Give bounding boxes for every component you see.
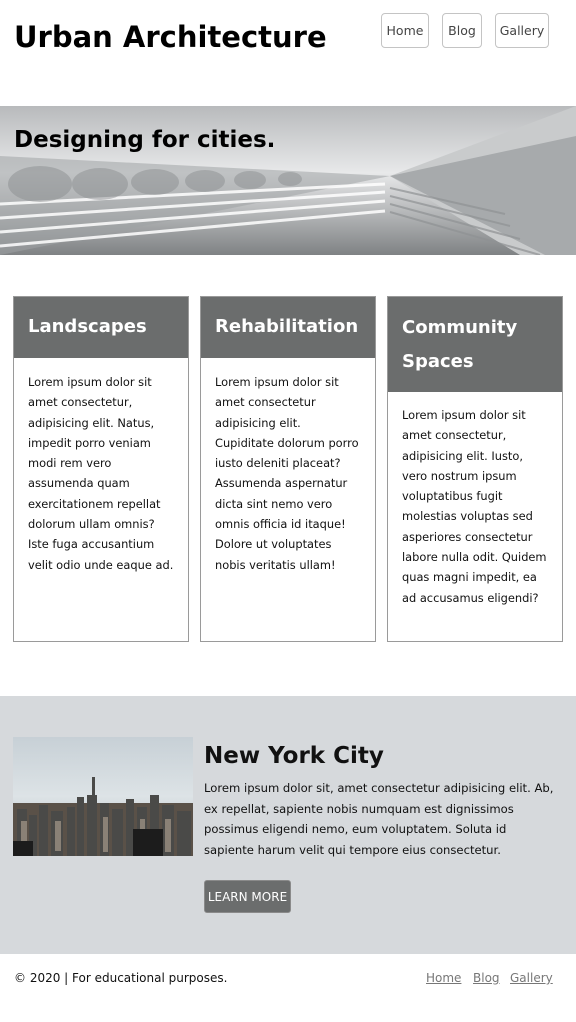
nav-gallery-button[interactable]: Gallery	[495, 13, 549, 48]
card-body: Lorem ipsum dolor sit amet consectetur a…	[215, 375, 359, 572]
card-community-spaces: Community Spaces Lorem ipsum dolor sit a…	[387, 296, 563, 642]
hero-banner: Designing for cities.	[0, 106, 576, 255]
card-title: Landscapes	[14, 297, 188, 358]
feature-text: Lorem ipsum dolor sit, amet consectetur …	[204, 781, 554, 857]
site-footer: © 2020 | For educational purposes. Home …	[0, 954, 576, 1022]
footer-gallery-link[interactable]: Gallery	[510, 971, 553, 985]
nav-blog-button[interactable]: Blog	[442, 13, 482, 48]
card-body: Lorem ipsum dolor sit amet consectetur, …	[28, 375, 174, 572]
card-landscapes: Landscapes Lorem ipsum dolor sit amet co…	[13, 296, 189, 642]
site-title: Urban Architecture	[14, 20, 327, 54]
feature-title: New York City	[204, 743, 384, 769]
footer-copyright: © 2020 | For educational purposes.	[14, 971, 228, 985]
feature-section: New York City Lorem ipsum dolor sit, ame…	[0, 696, 576, 954]
footer-blog-link[interactable]: Blog	[473, 971, 500, 985]
city-skyline-image	[13, 737, 193, 856]
hero-headline: Designing for cities.	[14, 127, 276, 153]
nav-home-button[interactable]: Home	[381, 13, 429, 48]
card-body: Lorem ipsum dolor sit amet consectetur, …	[402, 408, 547, 605]
card-title: Rehabilitation	[201, 297, 375, 358]
card-rehabilitation: Rehabilitation Lorem ipsum dolor sit ame…	[200, 296, 376, 642]
site-header: Urban Architecture Home Blog Gallery	[0, 0, 576, 106]
footer-home-link[interactable]: Home	[426, 971, 461, 985]
learn-more-button[interactable]: LEARN MORE	[204, 880, 291, 913]
card-title: Community Spaces	[388, 297, 562, 392]
